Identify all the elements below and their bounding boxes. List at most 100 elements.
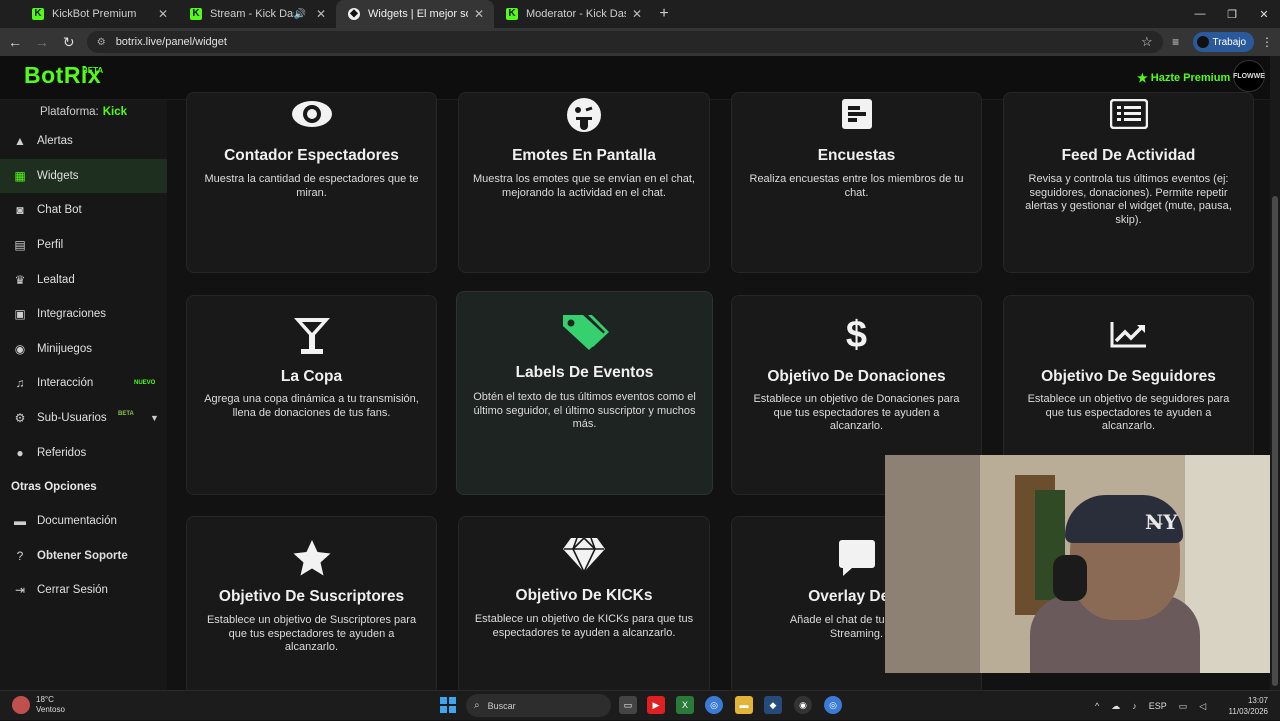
close-tab-icon[interactable]: ✕ <box>630 7 644 21</box>
widget-card[interactable]: Labels De Eventos Obtén el texto de tus … <box>456 291 713 495</box>
close-tab-icon[interactable]: ✕ <box>156 7 170 21</box>
card-title: Objetivo De KICKs <box>515 587 653 604</box>
profile-button[interactable]: Trabajo <box>1192 32 1255 52</box>
card-title: Feed De Actividad <box>1061 147 1196 164</box>
id-card-icon: ▤ <box>14 238 26 253</box>
sidebar-item-cerrar-sesion[interactable]: ⇥ Cerrar Sesión <box>0 573 167 608</box>
browser-tab-active[interactable]: ◆ Widgets | El mejor software pa ✕ <box>336 0 494 28</box>
sidebar-item-lealtad[interactable]: ♛ Lealtad <box>0 262 167 297</box>
close-tab-icon[interactable]: ✕ <box>472 7 486 21</box>
sidebar-item-alertas[interactable]: ▲ Alertas <box>0 124 167 159</box>
sidebar-item-perfil[interactable]: ▤ Perfil <box>0 228 167 263</box>
media-controls-icon[interactable]: ≡ <box>1163 35 1189 49</box>
weather-widget[interactable]: 18°C Ventoso <box>12 695 65 715</box>
widget-card[interactable]: Encuestas Realiza encuestas entre los mi… <box>731 92 982 273</box>
sidebar-item-chat-bot[interactable]: ◙ Chat Bot <box>0 193 167 228</box>
eye-icon <box>187 99 436 129</box>
card-description: Realiza encuestas entre los miembros de … <box>749 173 964 199</box>
browser-menu-icon[interactable]: ⋮ <box>1254 35 1280 49</box>
browser-tab[interactable]: K Stream - Kick Dashboard 🔊 ✕ <box>178 0 336 28</box>
sidebar-item-referidos[interactable]: ● Referidos <box>0 435 167 470</box>
chrome-icon[interactable]: ◎ <box>824 696 842 714</box>
restore-icon[interactable]: ❐ <box>1216 0 1248 28</box>
sidebar-item-label: Widgets <box>37 169 79 182</box>
profile-label: Trabajo <box>1212 36 1247 48</box>
card-title: Objetivo De Donaciones <box>767 368 946 385</box>
document-icon: ▬ <box>14 514 26 529</box>
file-explorer-icon[interactable]: ▬ <box>735 696 753 714</box>
tab-title: Widgets | El mejor software pa <box>368 8 468 20</box>
cloud-icon[interactable]: ☁ <box>1111 701 1120 712</box>
scrollbar-thumb[interactable] <box>1272 196 1278 686</box>
bookmark-star-icon[interactable]: ☆ <box>1141 34 1153 50</box>
webcam-door <box>885 455 980 673</box>
card-description: Obtén el texto de tus últimos eventos co… <box>473 391 696 430</box>
music-icon: ♫ <box>15 376 25 391</box>
volume-icon[interactable]: ◁ <box>1199 701 1206 712</box>
sidebar-item-label: Cerrar Sesión <box>37 584 108 597</box>
platform-indicator: Plataforma: Kick <box>0 100 167 124</box>
reload-icon[interactable]: ↻ <box>57 30 81 54</box>
card-title: Contador Espectadores <box>224 147 399 164</box>
card-title: Objetivo De Suscriptores <box>218 588 405 605</box>
app-icon[interactable]: ◆ <box>764 696 782 714</box>
chevron-down-icon[interactable]: ▼ <box>150 413 159 423</box>
chrome-icon[interactable]: ◎ <box>705 696 723 714</box>
chart-line-icon <box>1004 320 1253 350</box>
logout-icon: ⇥ <box>14 583 26 598</box>
close-window-icon[interactable]: ✕ <box>1248 0 1280 28</box>
obs-icon[interactable]: ◉ <box>794 696 812 714</box>
robot-icon: ◙ <box>16 203 24 218</box>
tongue-emoji-icon <box>459 97 709 133</box>
page-scrollbar[interactable] <box>1270 56 1280 690</box>
card-description: Agrega una copa dinámica a tu transmisió… <box>204 393 419 419</box>
sidebar-item-interaccion[interactable]: ♫ Interacción NUEVO <box>0 366 167 401</box>
back-icon[interactable]: ← <box>3 30 27 54</box>
site-info-icon[interactable]: ⚙ <box>97 37 106 48</box>
beta-badge: BETA <box>82 66 104 75</box>
profile-avatar <box>1196 36 1209 48</box>
new-tab-icon[interactable]: + <box>652 0 676 28</box>
platform-label: Plataforma: <box>39 106 99 118</box>
widget-card[interactable]: La Copa Agrega una copa dinámica a tu tr… <box>186 295 437 495</box>
forward-icon[interactable]: → <box>30 30 54 54</box>
excel-icon[interactable]: X <box>676 696 694 714</box>
widget-card[interactable]: Objetivo De Suscriptores Establece un ob… <box>186 516 437 696</box>
address-bar[interactable]: ⚙ botrix.live/panel/widget ☆ <box>86 31 1163 53</box>
microphone-icon[interactable]: ♪ <box>1132 701 1137 711</box>
minimize-icon[interactable]: — <box>1184 0 1216 28</box>
premium-link[interactable]: ★ Hazte Premium <box>1137 71 1230 85</box>
sidebar-item-sub-usuarios[interactable]: ⚙ Sub-Usuarios BETA ▼ <box>0 401 167 436</box>
sidebar-item-documentacion[interactable]: ▬ Documentación <box>0 504 167 539</box>
widget-card[interactable]: Feed De Actividad Revisa y controla tus … <box>1003 92 1254 273</box>
language-indicator[interactable]: ESP <box>1149 701 1167 711</box>
card-description: Establece un objetivo de seguidores para… <box>1027 393 1230 432</box>
user-avatar[interactable]: FLOWWE <box>1233 60 1265 92</box>
widget-card[interactable]: Contador Espectadores Muestra la cantida… <box>186 92 437 273</box>
close-tab-icon[interactable]: ✕ <box>314 7 328 21</box>
youtube-icon[interactable]: ▶ <box>647 696 665 714</box>
windows-start-icon[interactable] <box>440 697 456 713</box>
taskbar-clock[interactable]: 13:07 11/03/2026 <box>1222 695 1268 717</box>
sidebar-item-widgets[interactable]: ▦ Widgets <box>0 158 167 194</box>
sidebar-item-integraciones[interactable]: ▣ Integraciones <box>0 297 167 332</box>
grid-icon: ▦ <box>14 168 26 183</box>
network-icon[interactable]: ▭ <box>1179 701 1188 712</box>
task-view-icon[interactable]: ▭ <box>619 696 637 714</box>
warning-icon: ▲ <box>14 134 26 149</box>
taskbar-search[interactable]: ⌕ Buscar <box>466 694 611 717</box>
card-description: Revisa y controla tus últimos eventos (e… <box>1025 173 1232 226</box>
widget-card[interactable]: Objetivo De KICKs Establece un objetivo … <box>458 516 710 696</box>
browser-tab[interactable]: K KickBot Premium ✕ <box>20 0 178 28</box>
premium-label: Hazte Premium <box>1150 72 1231 84</box>
users-cog-icon: ⚙ <box>14 411 26 426</box>
speaker-icon[interactable]: 🔊 <box>294 9 306 20</box>
chevron-up-icon[interactable]: ^ <box>1095 701 1099 711</box>
kick-favicon-icon: K <box>190 8 202 20</box>
browser-tab[interactable]: K Moderator - Kick Dashboard ✕ <box>494 0 652 28</box>
sidebar-item-minijuegos[interactable]: ◉ Minijuegos <box>0 332 167 367</box>
sidebar-item-label: Lealtad <box>37 273 75 286</box>
card-title: Encuestas <box>817 147 896 164</box>
widget-card[interactable]: Emotes En Pantalla Muestra los emotes qu… <box>458 92 710 273</box>
sidebar-item-soporte[interactable]: ? Obtener Soporte <box>0 539 167 574</box>
